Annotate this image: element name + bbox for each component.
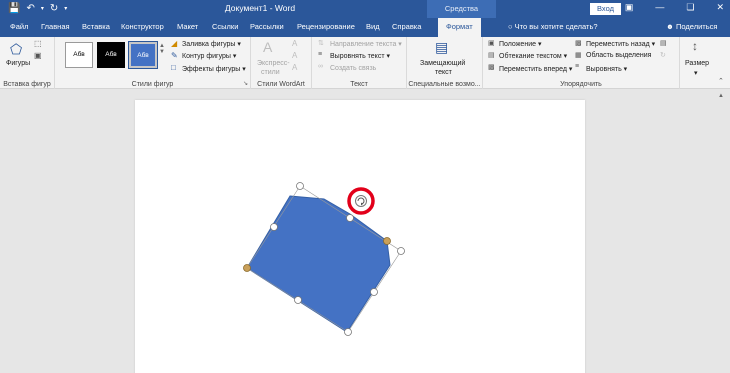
shape-canvas bbox=[243, 182, 405, 336]
resize-handle-right[interactable] bbox=[397, 247, 405, 255]
resize-handle-bottom[interactable] bbox=[344, 328, 352, 336]
resize-handle-top-right[interactable] bbox=[346, 214, 354, 222]
rotate-handle-icon[interactable] bbox=[355, 195, 367, 207]
adjust-handle-left[interactable] bbox=[243, 264, 251, 272]
resize-handle-top-left[interactable] bbox=[270, 223, 278, 231]
selected-polygon-shape[interactable] bbox=[246, 195, 391, 333]
resize-handle-bottom-left[interactable] bbox=[294, 296, 302, 304]
resize-handle-top[interactable] bbox=[296, 182, 304, 190]
adjust-handle-right[interactable] bbox=[383, 237, 391, 245]
resize-handle-bottom-right[interactable] bbox=[370, 288, 378, 296]
